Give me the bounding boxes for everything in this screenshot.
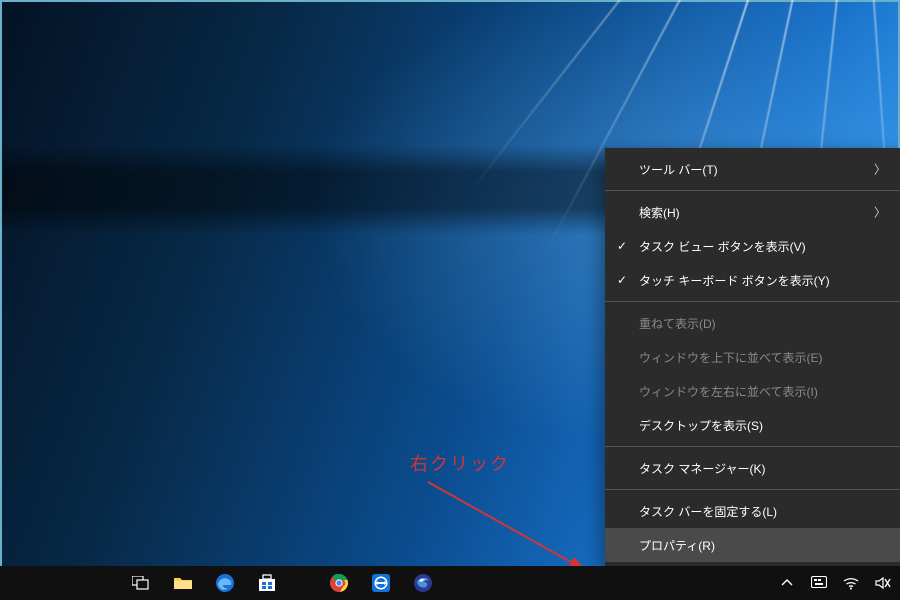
menu-item-stack-horizontal: ウィンドウを左右に並べて表示(I) xyxy=(605,374,900,408)
taskbar-context-menu: ツール バー(T) 〉 検索(H) 〉 ✓ タスク ビュー ボタンを表示(V) … xyxy=(605,148,900,566)
menu-item-stack-vertical: ウィンドウを上下に並べて表示(E) xyxy=(605,340,900,374)
menu-item-search[interactable]: 検索(H) 〉 xyxy=(605,195,900,229)
menu-item-cascade: 重ねて表示(D) xyxy=(605,306,900,340)
menu-item-label: タスク マネージャー(K) xyxy=(639,460,766,477)
chevron-right-icon: 〉 xyxy=(874,204,886,221)
chrome-icon[interactable] xyxy=(318,566,360,600)
menu-item-label: ウィンドウを上下に並べて表示(E) xyxy=(639,349,823,366)
menu-item-label: プロパティ(R) xyxy=(639,537,715,554)
menu-item-label: タスク ビュー ボタンを表示(V) xyxy=(639,238,806,255)
system-tray xyxy=(776,566,894,600)
menu-item-task-manager[interactable]: タスク マネージャー(K) xyxy=(605,451,900,485)
ime-icon[interactable] xyxy=(808,566,830,600)
menu-item-label: 重ねて表示(D) xyxy=(639,315,716,332)
thunderbird-icon[interactable] xyxy=(402,566,444,600)
menu-separator xyxy=(605,489,900,490)
chevron-right-icon: 〉 xyxy=(874,161,886,178)
menu-item-lock-taskbar[interactable]: タスク バーを固定する(L) xyxy=(605,494,900,528)
annotation-label: 右クリック xyxy=(410,450,510,476)
edge-icon[interactable] xyxy=(204,566,246,600)
check-icon: ✓ xyxy=(617,239,627,253)
menu-item-toolbars[interactable]: ツール バー(T) 〉 xyxy=(605,152,900,186)
wifi-icon[interactable] xyxy=(840,566,862,600)
file-explorer-icon[interactable] xyxy=(162,566,204,600)
volume-icon[interactable] xyxy=(872,566,894,600)
teamviewer-icon[interactable] xyxy=(360,566,402,600)
menu-item-touch-keyboard[interactable]: ✓ タッチ キーボード ボタンを表示(Y) xyxy=(605,263,900,297)
menu-item-properties[interactable]: プロパティ(R) xyxy=(605,528,900,562)
taskbar-spacer xyxy=(288,566,318,600)
menu-separator xyxy=(605,301,900,302)
menu-separator xyxy=(605,446,900,447)
desktop[interactable]: 右クリック ツール バー(T) 〉 検索(H) 〉 ✓ タスク ビュー ボタンを… xyxy=(0,0,900,600)
taskbar[interactable] xyxy=(0,566,900,600)
menu-separator xyxy=(605,190,900,191)
menu-item-label: ウィンドウを左右に並べて表示(I) xyxy=(639,383,818,400)
show-hidden-icons[interactable] xyxy=(776,566,798,600)
task-view-icon[interactable] xyxy=(120,566,162,600)
check-icon: ✓ xyxy=(617,273,627,287)
menu-item-label: ツール バー(T) xyxy=(639,161,718,178)
menu-item-taskview-button[interactable]: ✓ タスク ビュー ボタンを表示(V) xyxy=(605,229,900,263)
menu-item-show-desktop[interactable]: デスクトップを表示(S) xyxy=(605,408,900,442)
store-icon[interactable] xyxy=(246,566,288,600)
menu-item-label: タスク バーを固定する(L) xyxy=(639,503,777,520)
menu-item-label: 検索(H) xyxy=(639,204,680,221)
menu-item-label: タッチ キーボード ボタンを表示(Y) xyxy=(639,272,830,289)
menu-item-label: デスクトップを表示(S) xyxy=(639,417,763,434)
